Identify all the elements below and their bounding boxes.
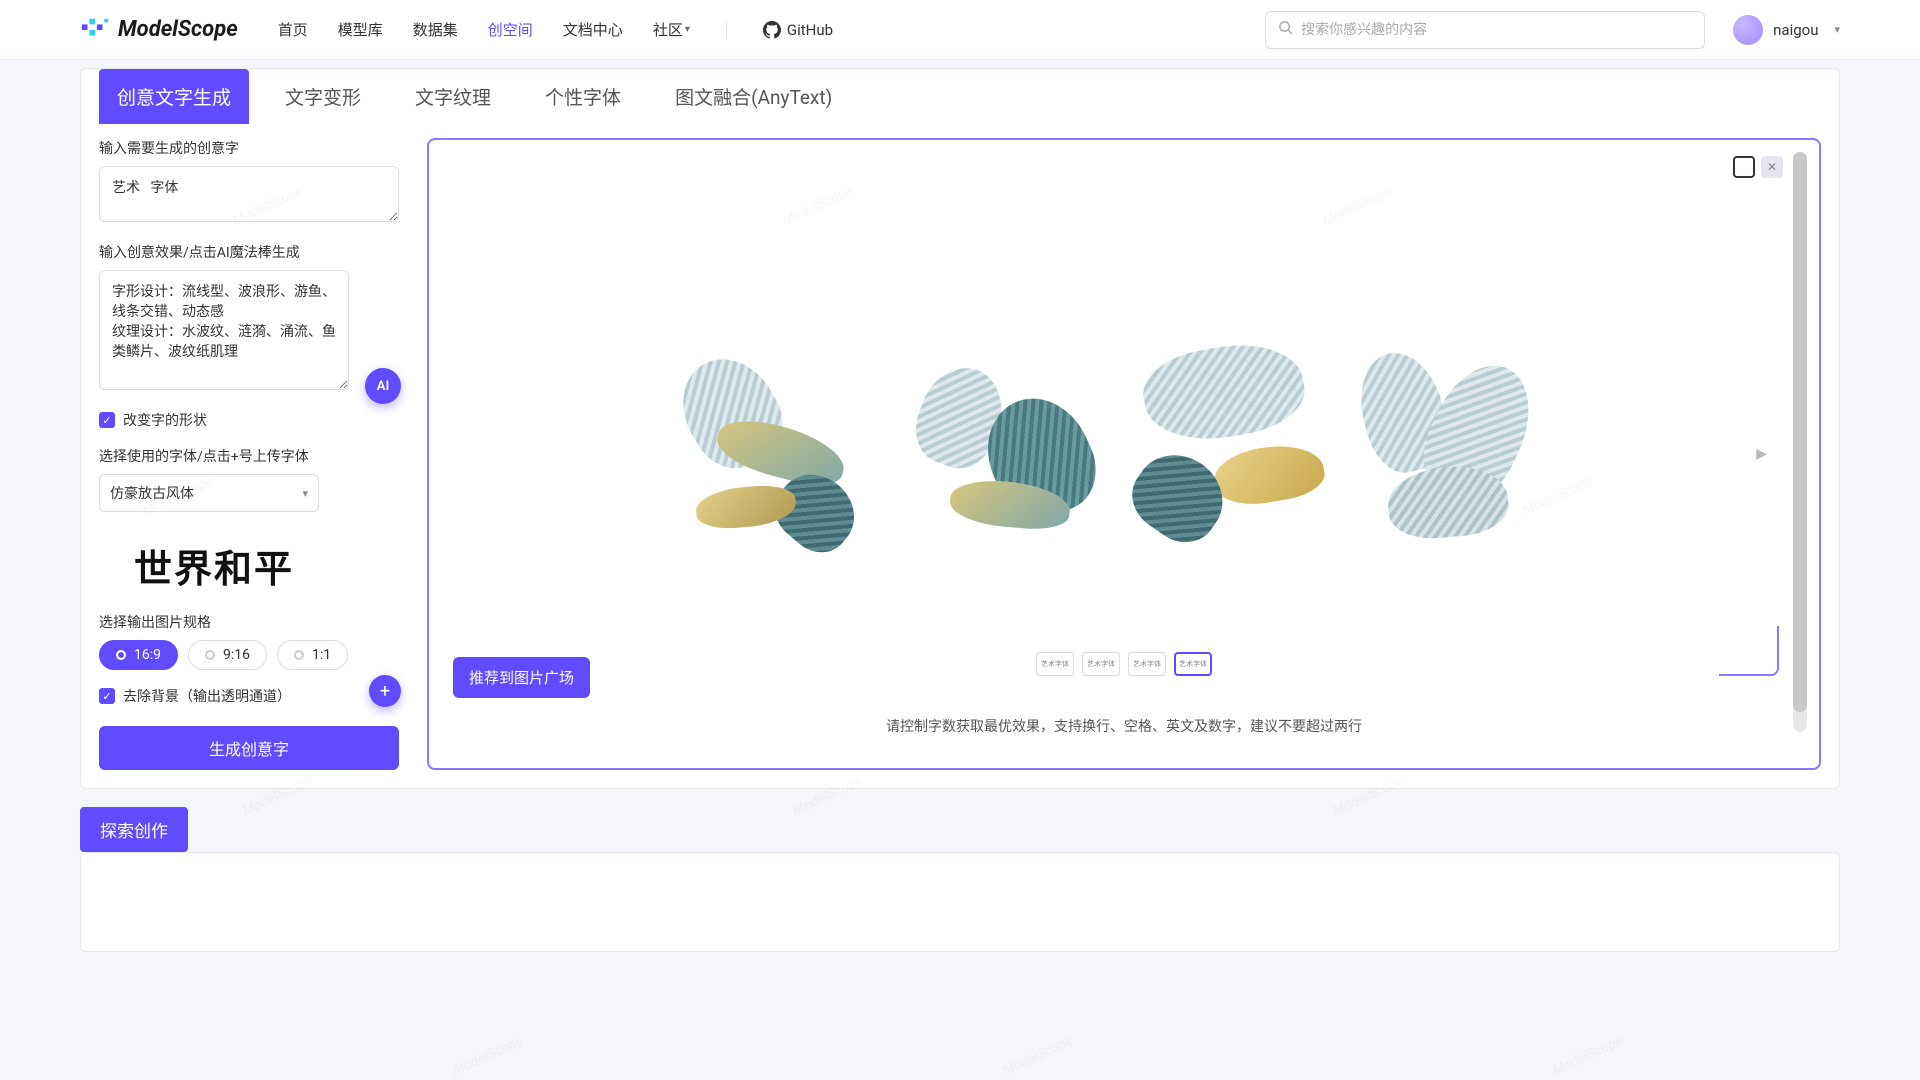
- label-effect: 输入创意效果/点击AI魔法棒生成: [99, 242, 399, 262]
- username: naigou: [1773, 21, 1818, 39]
- watermark: ModelScope: [1550, 1033, 1625, 1079]
- nav-community[interactable]: 社区▾: [653, 19, 690, 40]
- input-text[interactable]: [99, 166, 399, 222]
- radio-icon: [205, 650, 215, 660]
- label-input-text: 输入需要生成的创意字: [99, 138, 399, 158]
- thumb-4[interactable]: 艺术字体: [1174, 652, 1212, 676]
- nav-docs[interactable]: 文档中心: [563, 19, 623, 40]
- ratio-group: 16:9 9:16 1:1: [99, 640, 399, 670]
- nav-studio[interactable]: 创空间: [488, 19, 533, 40]
- preview-panel: ✕: [427, 138, 1821, 770]
- logo-text: ModelScope: [118, 17, 238, 42]
- search-box[interactable]: [1265, 11, 1705, 49]
- checkbox-change-shape[interactable]: ✓ 改变字的形状: [99, 410, 399, 430]
- expand-icon[interactable]: [1733, 156, 1755, 178]
- github-link[interactable]: GitHub: [763, 21, 833, 39]
- ratio-label: 16:9: [134, 647, 161, 663]
- checkbox-icon: ✓: [99, 688, 115, 704]
- recommend-button[interactable]: 推荐到图片广场: [453, 657, 590, 698]
- checkbox-remove-bg[interactable]: ✓ 去除背景（输出透明通道）: [99, 686, 399, 706]
- top-header: ModelScope 首页 模型库 数据集 创空间 文档中心 社区▾ GitHu…: [0, 0, 1920, 60]
- watermark: ModelScope: [1000, 1033, 1075, 1079]
- thumbnail-row: 艺术字体 艺术字体 艺术字体 艺术字体: [1036, 652, 1212, 676]
- close-icon[interactable]: ✕: [1761, 156, 1783, 178]
- ratio-1-1[interactable]: 1:1: [277, 640, 348, 670]
- nav-datasets[interactable]: 数据集: [413, 19, 458, 40]
- scrollbar[interactable]: [1793, 152, 1807, 732]
- tab-creative-text[interactable]: 创意文字生成: [99, 69, 249, 124]
- ratio-label: 9:16: [223, 647, 250, 663]
- chevron-down-icon: ▾: [302, 487, 308, 500]
- github-label: GitHub: [787, 21, 833, 39]
- checkbox-icon: ✓: [99, 412, 115, 428]
- tab-deform[interactable]: 文字变形: [267, 69, 379, 124]
- tab-texture[interactable]: 文字纹理: [397, 69, 509, 124]
- radio-icon: [116, 650, 126, 660]
- watermark: ModelScope: [450, 1033, 525, 1079]
- radio-icon: [294, 650, 304, 660]
- next-icon[interactable]: ▶: [1756, 446, 1767, 462]
- ratio-9-16[interactable]: 9:16: [188, 640, 267, 670]
- chevron-down-icon: ▾: [1834, 23, 1840, 36]
- ratio-16-9[interactable]: 16:9: [99, 640, 178, 670]
- logo[interactable]: ModelScope: [80, 15, 238, 45]
- left-panel: 输入需要生成的创意字 输入创意效果/点击AI魔法棒生成 AI ✓ 改变字的形状 …: [99, 138, 399, 770]
- checkbox-shape-label: 改变字的形状: [123, 410, 207, 430]
- logo-icon: [80, 15, 110, 45]
- label-font: 选择使用的字体/点击+号上传字体: [99, 446, 399, 466]
- main-card: 创意文字生成 文字变形 文字纹理 个性字体 图文融合(AnyText) 输入需要…: [80, 68, 1840, 789]
- tab-font[interactable]: 个性字体: [527, 69, 639, 124]
- explore-card: [80, 852, 1840, 952]
- hint-text: 请控制字数获取最优效果，支持换行、空格、英文及数字，建议不要超过两行: [441, 716, 1807, 736]
- thumb-1[interactable]: 艺术字体: [1036, 652, 1074, 676]
- generated-artwork: [647, 327, 1587, 567]
- nav-separator: [726, 21, 727, 39]
- main-nav: 首页 模型库 数据集 创空间 文档中心 社区▾ GitHub: [278, 19, 833, 40]
- nav-models[interactable]: 模型库: [338, 19, 383, 40]
- font-preview: 世界和平: [99, 534, 329, 596]
- avatar: [1733, 15, 1763, 45]
- generate-button[interactable]: 生成创意字: [99, 726, 399, 770]
- font-select-value: 仿豪放古风体: [110, 483, 194, 503]
- label-ratio: 选择输出图片规格: [99, 612, 399, 632]
- chevron-down-icon: ▾: [685, 24, 690, 35]
- input-effect[interactable]: [99, 270, 349, 390]
- search-input[interactable]: [1301, 22, 1692, 38]
- user-menu[interactable]: naigou ▾: [1733, 15, 1840, 45]
- tab-anytext[interactable]: 图文融合(AnyText): [657, 69, 850, 124]
- ratio-label: 1:1: [312, 647, 331, 663]
- ai-magic-button[interactable]: AI: [365, 368, 401, 404]
- nav-home[interactable]: 首页: [278, 19, 308, 40]
- thumb-2[interactable]: 艺术字体: [1082, 652, 1120, 676]
- upload-font-button[interactable]: +: [369, 675, 401, 707]
- tabs: 创意文字生成 文字变形 文字纹理 个性字体 图文融合(AnyText): [81, 69, 1839, 124]
- thumb-3[interactable]: 艺术字体: [1128, 652, 1166, 676]
- preview-image: [459, 182, 1775, 712]
- nav-community-label: 社区: [653, 19, 683, 40]
- explore-tag[interactable]: 探索创作: [80, 807, 188, 852]
- corner-decoration: [1719, 626, 1779, 676]
- checkbox-bg-label: 去除背景（输出透明通道）: [123, 686, 291, 706]
- github-icon: [763, 21, 781, 39]
- font-select[interactable]: 仿豪放古风体 ▾: [99, 474, 319, 512]
- search-icon: [1278, 20, 1293, 39]
